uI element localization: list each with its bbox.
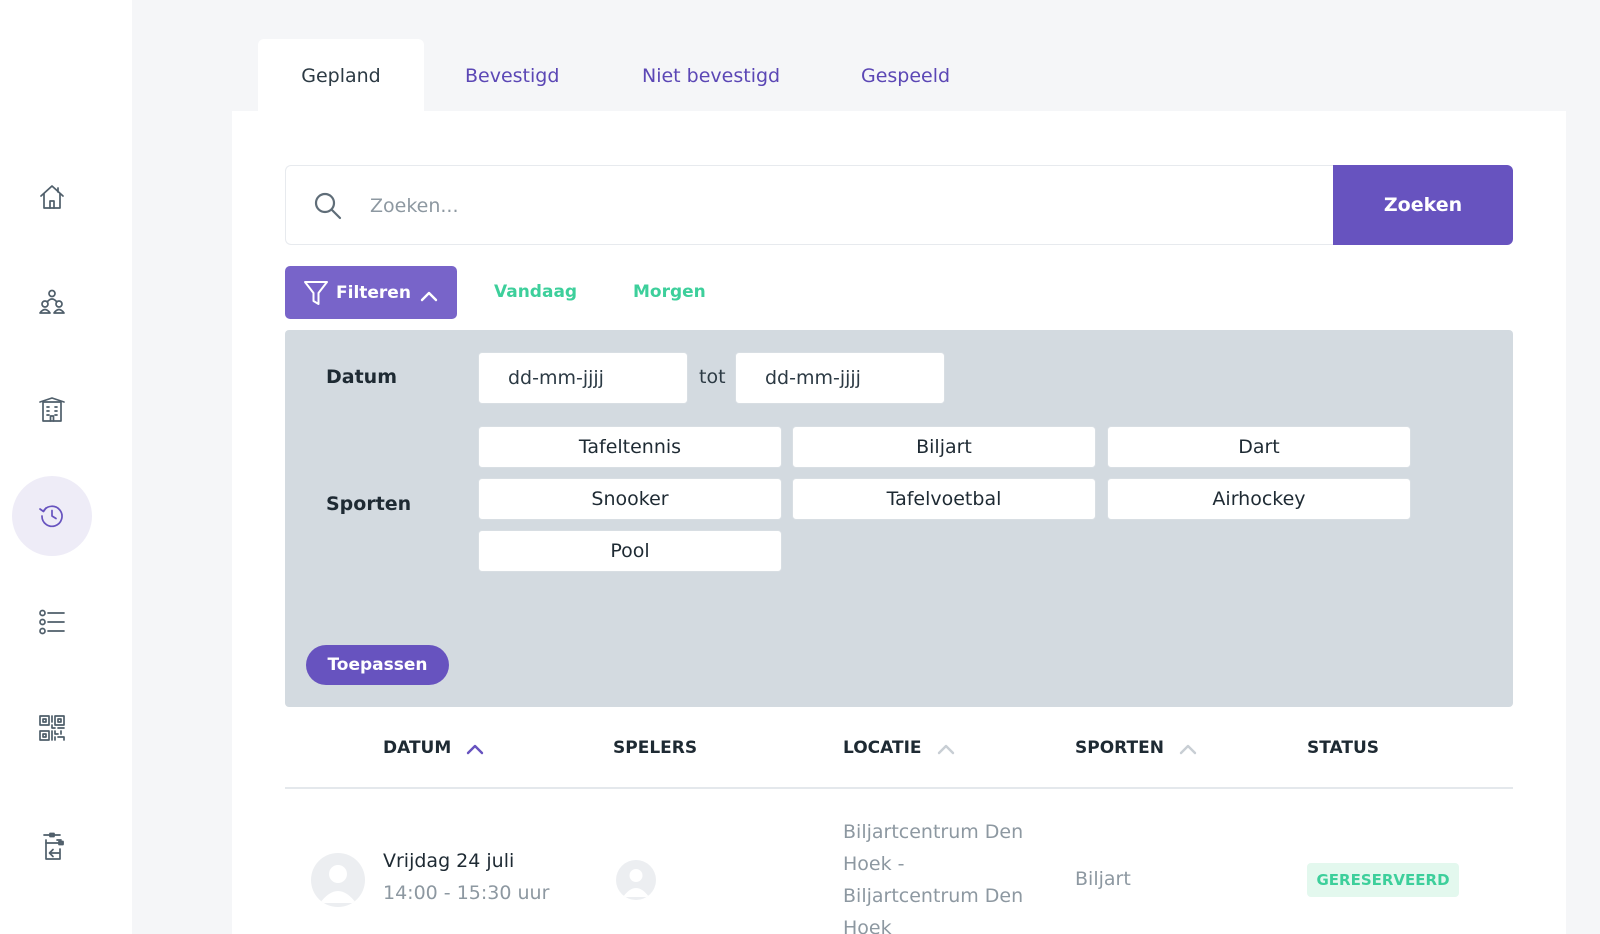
table-header-divider <box>285 787 1513 789</box>
status-badge: GERESERVEERD <box>1307 863 1459 897</box>
sport-chip-airhockey[interactable]: Airhockey <box>1107 478 1411 520</box>
date-filter-label: Datum <box>326 366 397 388</box>
apply-filters-button[interactable]: Toepassen <box>306 645 449 685</box>
row-time: 14:00 - 15:30 uur <box>383 882 550 904</box>
user-avatar-icon <box>623 869 649 897</box>
date-range-separator: tot <box>699 366 726 388</box>
building-icon <box>39 397 65 422</box>
sports-filter-label: Sporten <box>326 493 412 515</box>
sidebar-item-users[interactable] <box>12 262 92 342</box>
player-avatar <box>616 860 656 900</box>
search-icon <box>312 190 344 222</box>
sidebar <box>0 0 132 934</box>
sidebar-item-list[interactable] <box>12 582 92 662</box>
column-header-label: SPORTEN <box>1075 738 1164 758</box>
user-avatar-icon <box>320 865 356 903</box>
column-header-datum[interactable]: DATUM <box>383 738 485 758</box>
row-location: Biljartcentrum Den Hoek - Biljartcentrum… <box>843 821 1024 934</box>
search-button[interactable]: Zoeken <box>1333 165 1513 245</box>
sidebar-item-logout[interactable] <box>12 807 92 887</box>
sport-chip-pool[interactable]: Pool <box>478 530 782 572</box>
home-icon <box>40 185 64 209</box>
search-input[interactable] <box>370 186 1270 226</box>
sidebar-item-history[interactable] <box>12 476 92 556</box>
logout-icon <box>43 832 64 860</box>
quick-filter-today[interactable]: Vandaag <box>494 282 577 302</box>
filter-toggle-button[interactable]: Filteren <box>285 266 457 319</box>
column-header-locatie[interactable]: LOCATIE <box>843 738 956 758</box>
row-date: Vrijdag 24 juli <box>383 850 515 872</box>
search-box <box>285 165 1333 245</box>
history-icon <box>39 505 63 528</box>
column-header-label: STATUS <box>1307 738 1380 758</box>
column-header-label: DATUM <box>383 738 452 758</box>
column-header-label: LOCATIE <box>843 738 922 758</box>
sort-icon[interactable] <box>936 741 956 755</box>
date-from-input[interactable]: dd-mm-jjjj <box>478 352 688 404</box>
sidebar-item-qr[interactable] <box>12 688 92 768</box>
chevron-up-icon <box>420 287 438 301</box>
qr-code-icon <box>39 715 65 741</box>
column-header-label: SPELERS <box>613 738 698 758</box>
avatar <box>311 853 365 907</box>
quick-filter-tomorrow[interactable]: Morgen <box>633 282 706 302</box>
sport-chip-biljart[interactable]: Biljart <box>792 426 1096 468</box>
filter-toggle-label: Filteren <box>336 282 411 303</box>
sort-ascending-icon[interactable] <box>465 741 485 755</box>
column-header-spelers: SPELERS <box>613 738 697 758</box>
users-icon <box>39 289 65 314</box>
row-sport: Biljart <box>1075 868 1131 890</box>
list-icon <box>39 609 65 635</box>
tab-niet-bevestigd[interactable]: Niet bevestigd <box>642 39 780 112</box>
tab-gepland[interactable]: Gepland <box>258 39 424 112</box>
sort-icon[interactable] <box>1178 741 1198 755</box>
sidebar-item-locations[interactable] <box>12 370 92 450</box>
tab-bevestigd[interactable]: Bevestigd <box>465 39 559 112</box>
sport-chip-tafeltennis[interactable]: Tafeltennis <box>478 426 782 468</box>
sport-chip-dart[interactable]: Dart <box>1107 426 1411 468</box>
sport-chip-snooker[interactable]: Snooker <box>478 478 782 520</box>
column-header-sporten[interactable]: SPORTEN <box>1075 738 1198 758</box>
date-to-input[interactable]: dd-mm-jjjj <box>735 352 945 404</box>
tab-gespeeld[interactable]: Gespeeld <box>861 39 950 112</box>
funnel-icon <box>303 279 329 307</box>
sport-chip-tafelvoetbal[interactable]: Tafelvoetbal <box>792 478 1096 520</box>
sidebar-item-home[interactable] <box>12 157 92 237</box>
column-header-status: STATUS <box>1307 738 1379 758</box>
